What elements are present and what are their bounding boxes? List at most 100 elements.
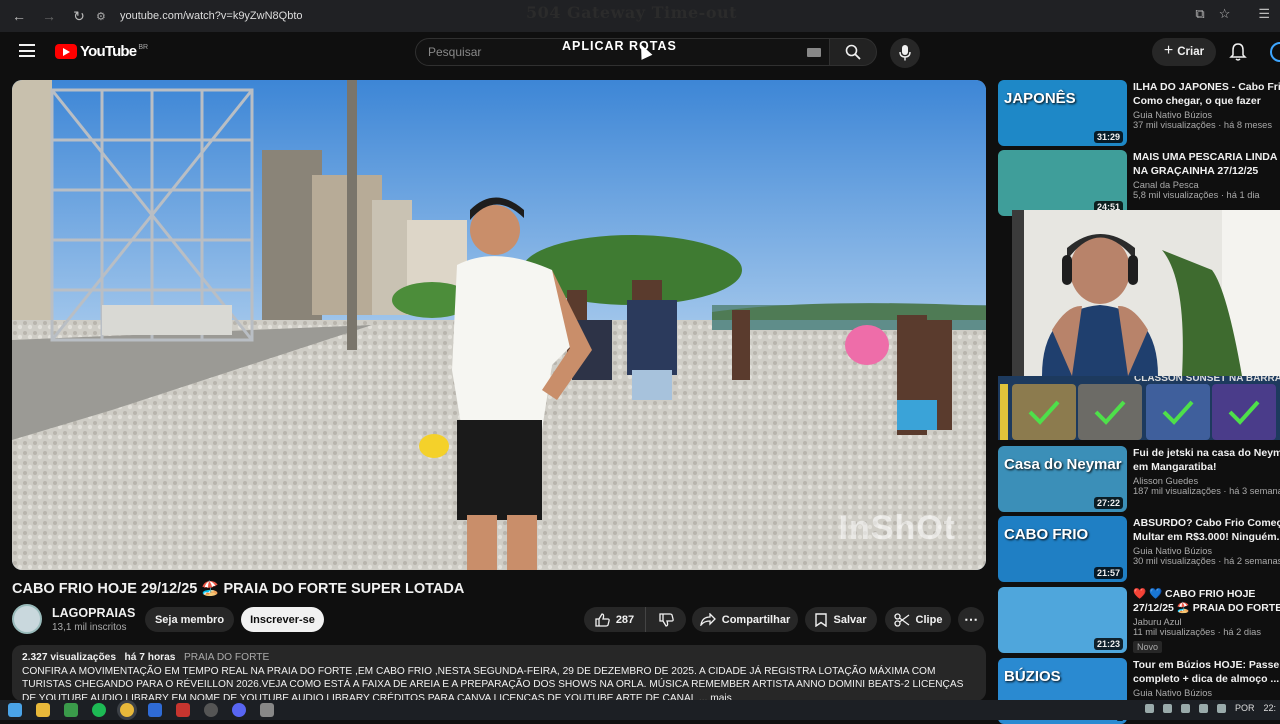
recommended-title-line1[interactable]: Fui de jetski na casa do Neymar	[1133, 446, 1280, 460]
app-green-icon[interactable]	[64, 703, 78, 717]
video-title: CABO FRIO HOJE 29/12/25 🏖️ PRAIA DO FORT…	[12, 581, 465, 597]
recommended-title-line2[interactable]: em Mangaratiba!	[1133, 460, 1280, 474]
video-duration: 21:57	[1093, 567, 1123, 579]
recommended-video[interactable]: CABO FRIO 21:57 ABSURDO? Cabo Frio Começa M…	[998, 516, 1280, 582]
share-icon	[699, 613, 716, 626]
recommended-title-line1[interactable]: Tour em Búzios HOJE: Passeio	[1133, 658, 1280, 672]
recommended-title-line2[interactable]: Como chegar, o que fazer	[1133, 94, 1280, 108]
forward-icon[interactable]: →	[38, 5, 60, 27]
recommended-video[interactable]: Casa do Neymar 27:22 Fui de jetski na casa…	[998, 446, 1280, 512]
share-label: Compartilhar	[721, 613, 791, 626]
plus-icon: +	[1163, 42, 1174, 59]
channel-avatar[interactable]	[12, 604, 42, 634]
description-box[interactable]: 2.327 visualizações há 7 horas PRAIA DO …	[12, 645, 986, 701]
app-red-icon[interactable]	[176, 703, 190, 717]
create-button[interactable]: + Criar	[1152, 38, 1216, 66]
bookmark-star-icon[interactable]: ☆	[1219, 6, 1231, 22]
recommended-video[interactable]: 24:51 MAIS UMA PESCARIA LINDA NA GRAÇAINHA…	[998, 150, 1280, 216]
tray-network-icon[interactable]	[1180, 703, 1190, 713]
location-tag[interactable]: PRAIA DO FORTE	[184, 652, 269, 663]
recommended-channel[interactable]: Guia Nativo Búzios	[1133, 546, 1280, 556]
cast-icon[interactable]: ⧉	[1195, 6, 1204, 22]
tray-app-icon[interactable]	[1162, 703, 1172, 713]
search-button[interactable]	[829, 38, 877, 66]
tray-battery-icon[interactable]	[1216, 703, 1226, 713]
webcam-frame	[1012, 210, 1280, 376]
video-duration: 27:22	[1093, 497, 1123, 509]
youtube-logo[interactable]: YouTube BR	[55, 43, 148, 60]
video-frame	[12, 80, 986, 570]
app-dark-icon[interactable]	[260, 703, 274, 717]
recommended-video[interactable]: JAPONÊS 31:29 ILHA DO JAPONES - Cabo Frio C…	[998, 80, 1280, 146]
recommended-title-line2[interactable]: 27/12/25 🏖️ PRAIA DO FORTE	[1133, 601, 1280, 615]
create-label: Criar	[1177, 46, 1205, 58]
microphone-icon	[899, 45, 911, 61]
more-actions-icon[interactable]: ⋯	[958, 607, 984, 632]
share-button[interactable]: Compartilhar	[692, 607, 798, 632]
dislike-button[interactable]	[646, 607, 686, 632]
recommended-channel[interactable]: Guia Nativo Búzios	[1133, 110, 1280, 120]
thumbs-up-icon	[595, 612, 610, 627]
thumbnail-text: Casa do Neymar	[1004, 456, 1122, 473]
save-label: Salvar	[833, 613, 867, 626]
video-thumbnail[interactable]: Casa do Neymar 27:22	[998, 446, 1127, 512]
channel-name[interactable]: LAGOPRAIAS	[52, 606, 135, 620]
video-player[interactable]: InShOt	[12, 80, 986, 570]
file-explorer-icon[interactable]	[36, 703, 50, 717]
reading-list-icon[interactable]: ☰	[1258, 6, 1270, 22]
scissors-icon	[893, 612, 909, 627]
thumbnail-text: CABO FRIO	[1004, 526, 1089, 543]
spotify-icon[interactable]	[92, 703, 106, 717]
recommended-meta: 5,8 mil visualizações · há 1 dia	[1133, 190, 1260, 200]
clock-time[interactable]: 22:	[1263, 703, 1276, 713]
stream-overlay-strip: CLASSON SUNSET NA BARRA	[998, 376, 1280, 440]
chrome-icon[interactable]	[120, 703, 134, 717]
windows-start-icon[interactable]	[8, 703, 22, 717]
recommended-title-line1[interactable]: ❤️ 💙 CABO FRIO HOJE	[1133, 587, 1280, 601]
clip-label: Clipe	[915, 613, 943, 626]
like-button[interactable]: 287	[584, 607, 646, 632]
recommended-channel[interactable]: Guia Nativo Búzios	[1133, 688, 1280, 698]
subscribe-button[interactable]: Inscrever-se	[241, 607, 324, 632]
recommended-title-line2[interactable]: NA GRAÇAINHA 27/12/25	[1133, 164, 1280, 178]
subscriber-count: 13,1 mil inscritos	[52, 622, 127, 633]
recommended-title-line1[interactable]: ABSURDO? Cabo Frio Começa	[1133, 516, 1280, 530]
overlay-strip-title: CLASSON SUNSET NA BARRA	[1134, 376, 1280, 384]
tray-volume-icon[interactable]	[1198, 703, 1208, 713]
site-info-icon[interactable]: ⚙	[96, 10, 112, 23]
save-button[interactable]: Salvar	[805, 607, 877, 632]
video-thumbnail[interactable]: 21:23	[998, 587, 1127, 653]
recommended-title-line2[interactable]: completo + dica de almoço ...	[1133, 672, 1280, 686]
discord-icon[interactable]	[232, 703, 246, 717]
system-tray: POR 22:	[1144, 703, 1276, 713]
keyboard-icon[interactable]	[807, 48, 821, 57]
obs-icon[interactable]	[204, 703, 218, 717]
inshot-watermark: InShOt	[838, 509, 956, 547]
hamburger-menu-icon[interactable]	[19, 44, 35, 57]
join-membership-button[interactable]: Seja membro	[145, 607, 234, 632]
input-language[interactable]: POR	[1235, 703, 1255, 713]
url-text: youtube.com/watch?v=k9yZwN8Qbto	[120, 10, 303, 22]
windows-taskbar: POR 22:	[0, 700, 1280, 720]
recommended-channel[interactable]: Alisson Guedes	[1133, 476, 1280, 486]
reload-icon[interactable]: ↻	[68, 5, 90, 27]
voice-search-button[interactable]	[890, 38, 920, 68]
recommended-channel[interactable]: Jaburu Azul	[1133, 617, 1280, 627]
recommended-channel[interactable]: Canal da Pesca	[1133, 180, 1280, 190]
recommended-title-line1[interactable]: MAIS UMA PESCARIA LINDA	[1133, 150, 1280, 164]
tray-chevron-icon[interactable]	[1144, 703, 1154, 713]
video-duration: 31:29	[1093, 131, 1123, 143]
recommended-title-line1[interactable]: ILHA DO JAPONES - Cabo Frio	[1133, 80, 1280, 94]
back-icon[interactable]: ←	[8, 5, 30, 27]
bookmark-icon	[815, 612, 828, 627]
recommended-meta: 187 mil visualizações · há 3 semanas	[1133, 486, 1280, 496]
notifications-bell-icon[interactable]	[1229, 42, 1247, 62]
account-avatar[interactable]	[1270, 42, 1280, 62]
video-thumbnail[interactable]: JAPONÊS 31:29	[998, 80, 1127, 146]
video-thumbnail[interactable]: 24:51	[998, 150, 1127, 216]
clip-button[interactable]: Clipe	[885, 607, 951, 632]
recommended-video[interactable]: 21:23 ❤️ 💙 CABO FRIO HOJE 27/12/25 🏖️ PRAI…	[998, 587, 1280, 653]
app-blue-icon[interactable]	[148, 703, 162, 717]
video-thumbnail[interactable]: CABO FRIO 21:57	[998, 516, 1127, 582]
recommended-title-line2[interactable]: Multar em R$3.000! Ninguém...	[1133, 530, 1280, 544]
